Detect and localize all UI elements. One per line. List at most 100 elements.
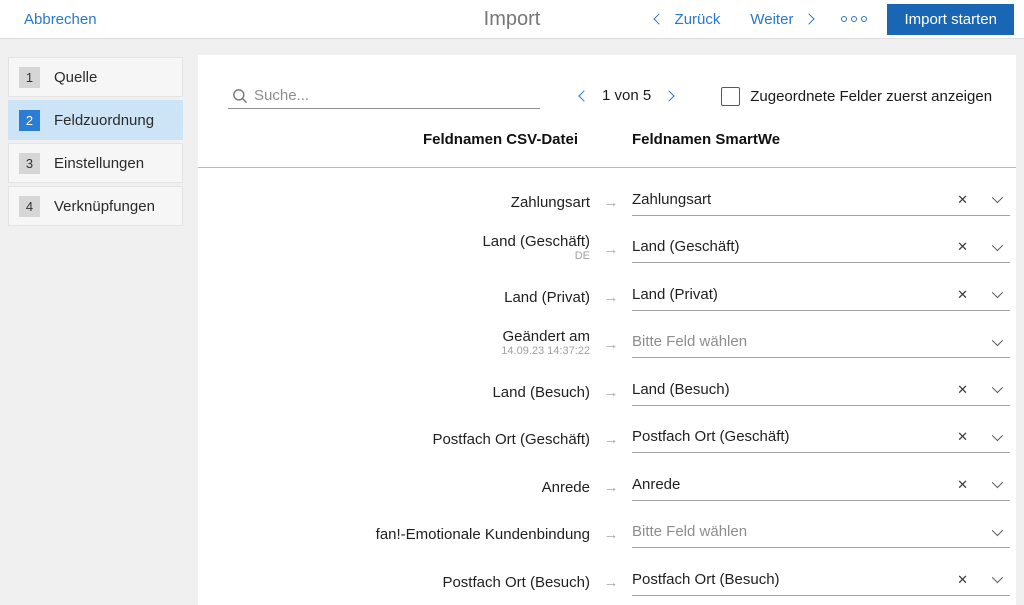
- clear-icon[interactable]: ✕: [957, 573, 968, 586]
- csv-field-name: Geändert am: [502, 328, 590, 345]
- target-field-value: Land (Privat): [632, 285, 718, 303]
- previous-page-icon[interactable]: [578, 89, 590, 102]
- chevron-down-icon[interactable]: [991, 286, 1004, 299]
- csv-field-label: Postfach Ort (Geschäft): [198, 431, 590, 453]
- target-field-value: Land (Geschäft): [632, 238, 740, 255]
- page-indicator: 1 von 5: [602, 87, 652, 104]
- csv-field-label: Anrede: [198, 479, 590, 501]
- mapping-row: Anrede → Anrede ✕: [198, 453, 1016, 501]
- csv-field-label: Land (Geschäft) DE: [198, 233, 590, 263]
- more-options-icon[interactable]: [839, 16, 869, 22]
- csv-field-name: Postfach Ort (Besuch): [442, 573, 590, 591]
- arrow-right-icon: →: [603, 573, 619, 591]
- mapping-toolbar: 1 von 5 Zugeordnete Felder zuerst anzeig…: [198, 83, 1016, 109]
- step-number-badge: 3: [19, 152, 40, 174]
- chevron-down-icon[interactable]: [991, 571, 1004, 584]
- target-field-select[interactable]: Zahlungsart ✕: [632, 191, 1010, 216]
- arrow-right-icon: →: [603, 383, 619, 401]
- mapping-row: Land (Geschäft) DE → Land (Geschäft) ✕: [198, 216, 1016, 263]
- csv-field-label: Land (Besuch): [198, 384, 590, 406]
- csv-field-name: Land (Privat): [504, 288, 590, 306]
- import-start-button[interactable]: Import starten: [887, 3, 1014, 35]
- target-column-header: Feldnamen SmartWe: [632, 131, 781, 148]
- back-button[interactable]: Zurück: [652, 10, 721, 28]
- target-field-select[interactable]: Land (Besuch) ✕: [632, 381, 1010, 406]
- search-icon: [233, 88, 248, 103]
- target-field-select[interactable]: Land (Geschäft) ✕: [632, 238, 1010, 263]
- csv-column-header: Feldnamen CSV-Datei: [422, 131, 578, 148]
- next-page-icon[interactable]: [663, 89, 675, 102]
- sidebar-step-quelle[interactable]: 1 Quelle: [8, 57, 183, 97]
- chevron-down-icon[interactable]: [991, 429, 1004, 441]
- step-label: Verknüpfungen: [54, 197, 155, 215]
- csv-field-label: Land (Privat): [198, 289, 590, 311]
- clear-icon[interactable]: ✕: [957, 240, 968, 253]
- clear-icon[interactable]: ✕: [957, 288, 968, 301]
- arrow-right-icon: →: [603, 193, 619, 211]
- target-field-select[interactable]: Bitte Feld wählen ✕: [632, 333, 1010, 358]
- cancel-link[interactable]: Abbrechen: [24, 11, 97, 28]
- target-field-select[interactable]: Anrede ✕: [632, 476, 1010, 501]
- mapping-row: fan!-Emotionale Kundenbindung → Bitte Fe…: [198, 501, 1016, 548]
- field-mapping-panel: 1 von 5 Zugeordnete Felder zuerst anzeig…: [198, 55, 1016, 605]
- step-label: Quelle: [54, 68, 98, 86]
- column-headers: Feldnamen CSV-Datei Feldnamen SmartWe: [198, 131, 1016, 151]
- arrow-right-icon: →: [603, 431, 619, 448]
- top-action-bar: Abbrechen Import Zurück Weiter Import st…: [0, 0, 1024, 39]
- csv-field-label: Geändert am 14.09.23 14:37:22: [198, 328, 590, 358]
- chevron-left-icon: [652, 13, 665, 25]
- search-field[interactable]: [228, 87, 540, 109]
- mapping-row: Land (Privat) → Land (Privat) ✕: [198, 263, 1016, 311]
- csv-field-name: fan!-Emotionale Kundenbindung: [375, 526, 590, 543]
- target-field-value: Bitte Feld wählen: [632, 523, 748, 540]
- sidebar-step-verknuepfungen[interactable]: 4 Verknüpfungen: [8, 186, 183, 226]
- csv-field-name: Land (Besuch): [492, 383, 590, 401]
- target-field-select[interactable]: Bitte Feld wählen ✕: [632, 523, 1010, 548]
- wizard-steps-sidebar: 1 Quelle 2 Feldzuordnung 3 Einstellungen…: [8, 57, 183, 229]
- clear-icon[interactable]: ✕: [957, 478, 968, 491]
- checkbox[interactable]: [721, 87, 741, 106]
- mapping-row: Postfach Ort (Besuch) → Postfach Ort (Be…: [198, 548, 1016, 596]
- arrow-right-icon: →: [603, 336, 619, 353]
- csv-field-name: Zahlungsart: [510, 193, 590, 211]
- search-input[interactable]: [254, 87, 540, 104]
- target-field-select[interactable]: Land (Privat) ✕: [632, 286, 1010, 311]
- wizard-nav: Zurück Weiter Import starten: [652, 3, 1014, 35]
- chevron-right-icon: [803, 13, 816, 25]
- target-field-value: Bitte Feld wählen: [632, 333, 748, 350]
- back-label: Zurück: [674, 10, 721, 28]
- clear-icon[interactable]: ✕: [957, 383, 968, 396]
- csv-field-sample: DE: [574, 250, 590, 262]
- csv-field-label: fan!-Emotionale Kundenbindung: [198, 526, 590, 548]
- chevron-down-icon[interactable]: [991, 191, 1004, 204]
- csv-field-name: Postfach Ort (Geschäft): [432, 431, 590, 448]
- next-button[interactable]: Weiter: [750, 10, 816, 28]
- chevron-down-icon[interactable]: [991, 476, 1004, 489]
- arrow-right-icon: →: [603, 526, 619, 543]
- csv-field-name: Land (Geschäft): [482, 233, 590, 250]
- mapping-row: Geändert am 14.09.23 14:37:22 → Bitte Fe…: [198, 311, 1016, 358]
- mapped-first-checkbox-group[interactable]: Zugeordnete Felder zuerst anzeigen: [721, 87, 992, 109]
- chevron-down-icon[interactable]: [991, 239, 1004, 251]
- page-navigator: 1 von 5: [578, 87, 675, 109]
- chevron-down-icon[interactable]: [991, 334, 1004, 346]
- sidebar-step-feldzuordnung[interactable]: 2 Feldzuordnung: [8, 100, 183, 140]
- step-number-badge: 4: [19, 195, 40, 217]
- target-field-select[interactable]: Postfach Ort (Besuch) ✕: [632, 571, 1010, 596]
- clear-icon[interactable]: ✕: [957, 193, 968, 206]
- clear-icon[interactable]: ✕: [957, 430, 968, 443]
- arrow-right-icon: →: [603, 478, 619, 496]
- chevron-down-icon[interactable]: [991, 524, 1004, 536]
- sidebar-step-einstellungen[interactable]: 3 Einstellungen: [8, 143, 183, 183]
- chevron-down-icon[interactable]: [991, 381, 1004, 394]
- next-label: Weiter: [750, 10, 794, 28]
- checkbox-label: Zugeordnete Felder zuerst anzeigen: [750, 88, 993, 105]
- csv-field-sample: 14.09.23 14:37:22: [501, 345, 590, 357]
- step-number-badge: 1: [19, 66, 40, 88]
- target-field-select[interactable]: Postfach Ort (Geschäft) ✕: [632, 428, 1010, 453]
- target-field-value: Postfach Ort (Besuch): [632, 570, 780, 588]
- target-field-value: Zahlungsart: [632, 190, 712, 208]
- target-field-value: Land (Besuch): [632, 380, 730, 398]
- mapping-list: Zahlungsart → Zahlungsart ✕ Land (Geschä…: [198, 168, 1016, 596]
